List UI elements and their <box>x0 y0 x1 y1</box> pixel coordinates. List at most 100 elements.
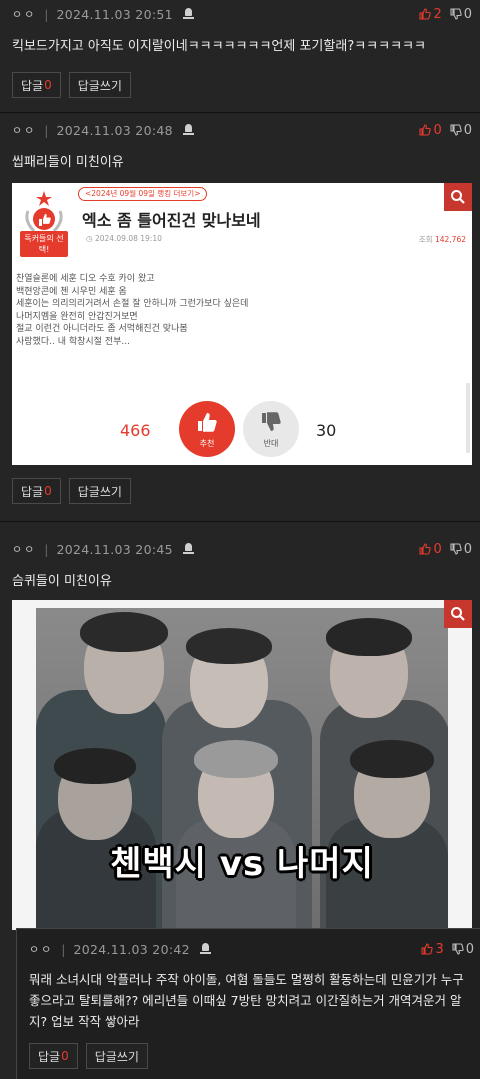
dislike-button: 반대 <box>243 401 299 457</box>
comment-actions: 답글 0 답글쓰기 <box>12 72 131 98</box>
downvote-button[interactable]: 0 <box>450 7 472 22</box>
recommend-button: 추천 <box>179 401 235 457</box>
downvote-count: 0 <box>463 541 472 557</box>
downvote-button[interactable]: 0 <box>450 123 472 138</box>
write-reply-button[interactable]: 답글쓰기 <box>68 478 131 504</box>
thumbs-down-icon <box>452 943 464 955</box>
comment-divider <box>0 521 480 522</box>
downvote-button[interactable]: 0 <box>452 942 474 957</box>
search-icon <box>451 607 465 621</box>
comment-text: 뭐래 소녀시대 악플러나 주작 아이돌, 여혐 돌들도 멀쩡히 활동하는데 민윤… <box>29 972 464 1029</box>
vote-group: 0 0 <box>419 120 472 140</box>
upvote-button[interactable]: 3 <box>421 941 444 957</box>
zoom-button[interactable] <box>444 183 472 211</box>
vote-group: 0 0 <box>419 539 472 559</box>
reply-label: 답글 <box>38 1049 61 1064</box>
post-views: 조회 142,762 <box>419 234 466 245</box>
views-label: 조회 <box>418 235 433 244</box>
comment-meta: ㅇㅇ | 2024.11.03 20:45 <box>12 539 194 559</box>
post-body-line: 찬열슬론에 세훈 디오 수호 카이 왔고 <box>16 274 155 284</box>
reply-label: 답글 <box>21 484 44 499</box>
ranking-tag: <2024년 09월 09일 랭킹 더보기> <box>78 187 208 201</box>
post-title: 엑소 좀 틀어진건 맞나보네 <box>82 211 261 230</box>
reply-button[interactable]: 답글 0 <box>12 478 61 504</box>
dislike-count: 30 <box>316 421 337 440</box>
comment-text: 씹패리들이 미친이유 <box>12 155 124 170</box>
thumbs-up-icon <box>419 8 432 20</box>
vote-group: 2 0 <box>419 4 472 24</box>
author-nick[interactable]: ㅇㅇ <box>12 541 36 557</box>
downvote-count: 0 <box>463 122 472 138</box>
recommend-count: 466 <box>120 421 151 440</box>
comment-text: 킥보드가지고 아직도 이지랄이네ㅋㅋㅋㅋㅋㅋㅋ언제 포기할래?ㅋㅋㅋㅋㅋㅋ <box>12 39 426 54</box>
speaker-icon <box>182 543 194 555</box>
attached-image[interactable]: 독커들의 선택! <2024년 09월 09일 랭킹 더보기> 엑소 좀 틀어진… <box>12 183 472 465</box>
post-body-line: 세훈이는 의리의리거려서 손절 잘 안하니까 그런가보다 싶은데 <box>16 299 249 309</box>
author-nick[interactable]: ㅇㅇ <box>12 6 36 22</box>
upvote-count: 3 <box>435 941 444 957</box>
thumbs-up-icon <box>419 543 432 555</box>
upvote-count: 2 <box>433 6 442 22</box>
comment-actions: 답글 0 답글쓰기 <box>29 1043 148 1069</box>
downvote-count: 0 <box>463 6 472 22</box>
thumbs-up-icon <box>421 943 434 955</box>
post-date: ◷ 2024.09.08 19:10 <box>86 234 162 243</box>
meta-separator: | <box>44 541 49 557</box>
person-hair <box>80 612 168 652</box>
thumbs-down-icon <box>450 8 462 20</box>
upvote-button[interactable]: 2 <box>419 6 442 22</box>
downvote-count: 0 <box>465 941 474 957</box>
reply-label: 답글 <box>21 78 44 93</box>
reply-count: 0 <box>44 484 52 498</box>
post-body: 찬열슬론에 세훈 디오 수호 카이 왔고 백현앙콘에 첸 시우민 세훈 옴 세훈… <box>16 273 248 348</box>
dislike-label: 반대 <box>263 439 279 448</box>
person-hair <box>194 740 278 778</box>
comment-actions: 답글 0 답글쓰기 <box>12 478 131 504</box>
comment-meta: ㅇㅇ | 2024.11.03 20:51 <box>12 4 194 24</box>
upvote-count: 0 <box>433 122 442 138</box>
comment-date: 2024.11.03 20:51 <box>56 6 173 22</box>
thumbs-up-icon <box>419 124 432 136</box>
speaker-icon <box>182 8 194 20</box>
thumbs-down-icon <box>262 412 281 431</box>
award-badge: 독커들의 선택! <box>18 189 70 259</box>
downvote-button[interactable]: 0 <box>450 542 472 557</box>
reply-count: 0 <box>44 78 52 92</box>
reply-button[interactable]: 답글 0 <box>12 72 61 98</box>
laurel-icon <box>25 191 63 233</box>
post-body-line: 절교 이런건 아니더라도 좀 서먹해진건 맞나봄 <box>16 324 188 334</box>
person-hair <box>326 618 412 656</box>
vote-group: 3 0 <box>421 939 474 959</box>
post-date-value: 2024.09.08 19:10 <box>94 234 162 243</box>
group-photo: 첸백시 vs 나머지 <box>36 608 448 930</box>
comment-date: 2024.11.03 20:45 <box>56 541 173 557</box>
badge-label: 독커들의 선택! <box>20 231 68 257</box>
person-hair <box>186 628 272 664</box>
upvote-count: 0 <box>433 541 442 557</box>
attached-image[interactable]: 첸백시 vs 나머지 <box>12 600 472 930</box>
comment-date: 2024.11.03 20:48 <box>56 122 173 138</box>
thumbs-down-icon <box>450 124 462 136</box>
scrollbar <box>466 383 470 453</box>
clock-icon: ◷ <box>86 234 93 243</box>
image-caption: 첸백시 vs 나머지 <box>110 844 374 884</box>
post-body-line: 사랑했다.. 내 학창시절 전부... <box>16 336 130 347</box>
author-nick[interactable]: ㅇㅇ <box>29 941 53 957</box>
upvote-button[interactable]: 0 <box>419 122 442 138</box>
meta-separator: | <box>44 122 49 138</box>
thumbs-up-icon <box>198 413 217 432</box>
overlay-comment: ㅇㅇ | 2024.11.03 20:42 3 0 뭐래 소녀시대 악플러나 주… <box>16 928 480 1079</box>
author-nick[interactable]: ㅇㅇ <box>12 122 36 138</box>
person-hair <box>54 748 136 784</box>
comment-divider <box>0 112 480 113</box>
zoom-button[interactable] <box>444 600 472 628</box>
meta-separator: | <box>61 941 66 957</box>
write-reply-button[interactable]: 답글쓰기 <box>68 72 131 98</box>
search-icon <box>451 190 465 204</box>
post-body-line: 나머지멤을 완전히 안갑진거보면 <box>16 311 138 322</box>
write-reply-button[interactable]: 답글쓰기 <box>85 1043 148 1069</box>
comment-meta: ㅇㅇ | 2024.11.03 20:48 <box>12 120 194 140</box>
views-value: 142,762 <box>434 235 466 244</box>
upvote-button[interactable]: 0 <box>419 541 442 557</box>
reply-button[interactable]: 답글 0 <box>29 1043 78 1069</box>
